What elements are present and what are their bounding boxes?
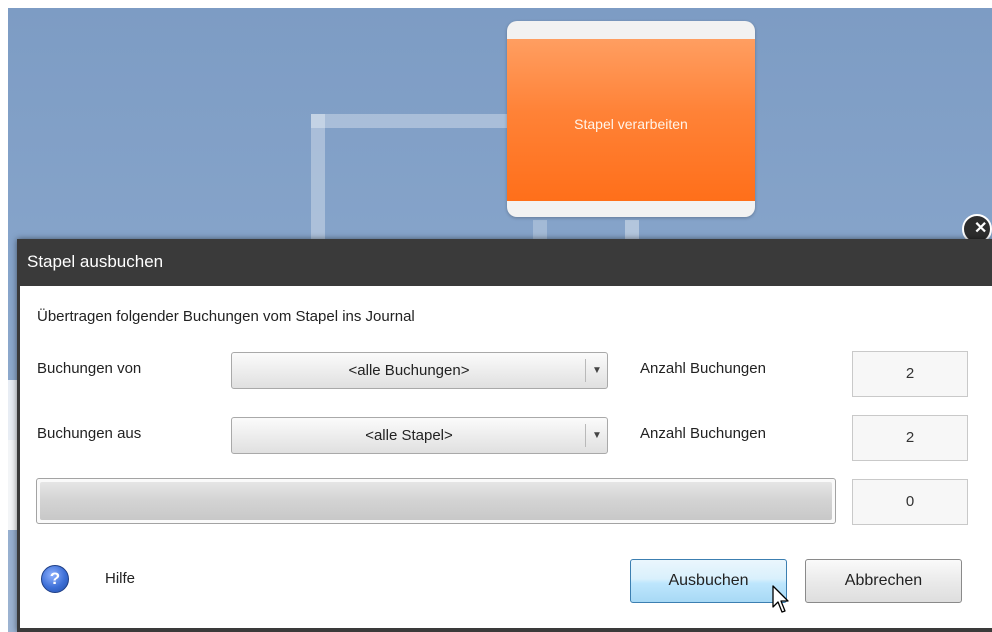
select-divider: [585, 359, 586, 382]
anzahl-buchungen-aus-count: 2: [852, 415, 968, 461]
buchungen-von-select[interactable]: <alle Buchungen> ▼: [231, 352, 608, 389]
anzahl-buchungen-von-count: 2: [852, 351, 968, 397]
dialog-intro-text: Übertragen folgender Buchungen vom Stape…: [37, 308, 415, 325]
anzahl-buchungen-label: Anzahl Buchungen: [640, 360, 766, 377]
help-link[interactable]: Hilfe: [105, 570, 135, 587]
buchungen-aus-selected-value: <alle Stapel>: [365, 427, 453, 444]
buchungen-von-selected-value: <alle Buchungen>: [348, 362, 470, 379]
progress-bar: [36, 478, 836, 524]
process-node-stapel-verarbeiten[interactable]: Stapel verarbeiten: [507, 21, 755, 217]
progress-track: [40, 482, 832, 520]
process-node-label: Stapel verarbeiten: [574, 116, 688, 132]
help-icon[interactable]: ?: [41, 565, 69, 593]
buchungen-aus-select[interactable]: <alle Stapel> ▼: [231, 417, 608, 454]
chevron-down-icon[interactable]: ▼: [588, 418, 606, 453]
chevron-down-icon[interactable]: ▼: [588, 353, 606, 388]
buchungen-aus-label: Buchungen aus: [37, 425, 142, 442]
dialog-body: Übertragen folgender Buchungen vom Stape…: [20, 286, 992, 628]
workflow-connector: [311, 114, 511, 128]
progress-count: 0: [852, 479, 968, 525]
abbrechen-button[interactable]: Abbrechen: [805, 559, 962, 603]
select-divider: [585, 424, 586, 447]
ausbuchen-button[interactable]: Ausbuchen: [630, 559, 787, 603]
anzahl-buchungen-label: Anzahl Buchungen: [640, 425, 766, 442]
workflow-connector: [311, 114, 325, 254]
dialog-stapel-ausbuchen: Stapel ausbuchen Übertragen folgender Bu…: [17, 239, 992, 632]
dialog-title: Stapel ausbuchen: [27, 252, 164, 271]
buchungen-von-label: Buchungen von: [37, 360, 142, 377]
